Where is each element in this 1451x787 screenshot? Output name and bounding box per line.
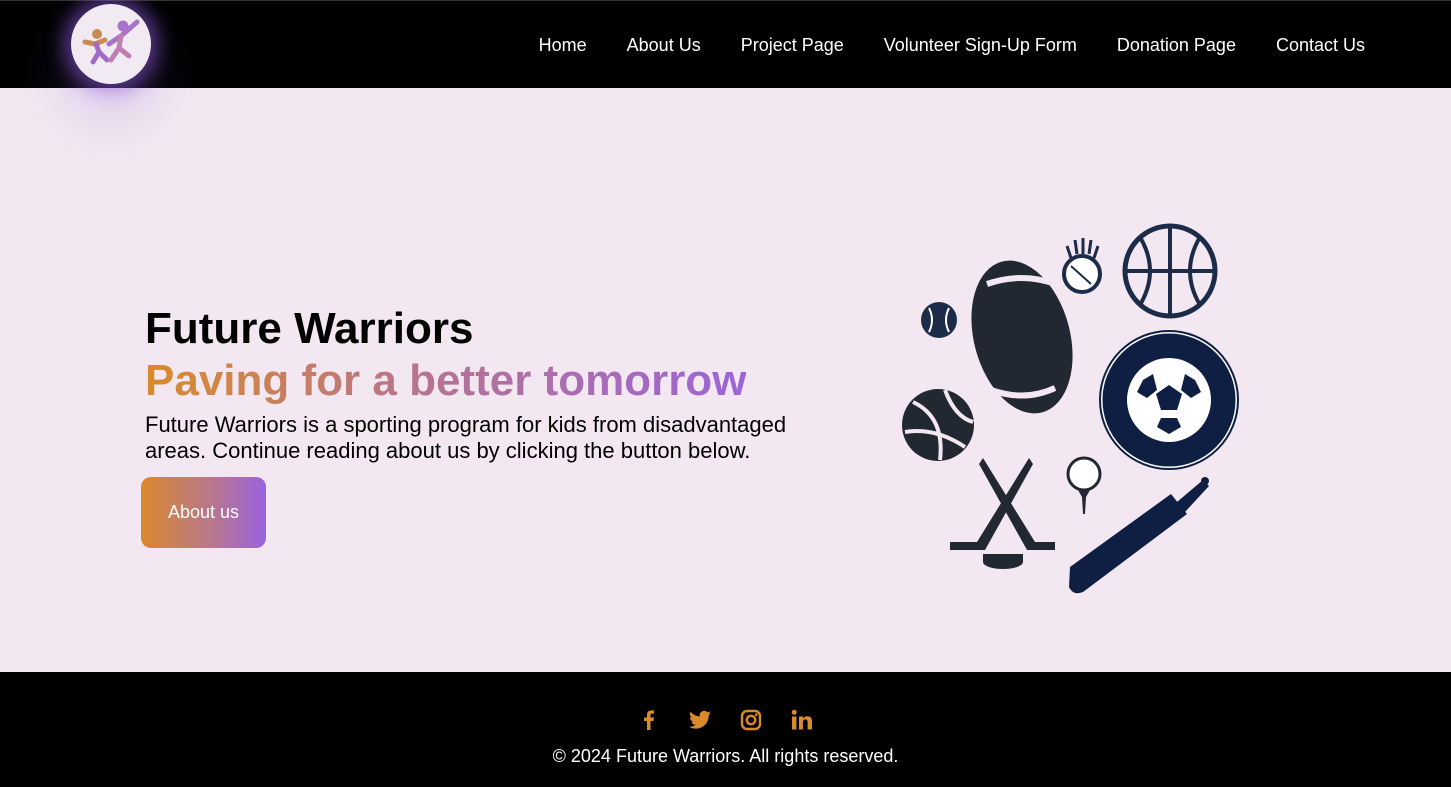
hero-description: Future Warriors is a sporting program fo… <box>145 412 787 463</box>
hero-title: Future Warriors <box>145 304 474 353</box>
copyright-text: © 2024 Future Warriors. All rights reser… <box>552 746 899 766</box>
social-links <box>0 708 1451 732</box>
nav-project-page[interactable]: Project Page <box>741 35 844 56</box>
cricket-bat-icon <box>1069 477 1209 594</box>
volleyball-icon <box>902 389 974 461</box>
facebook-icon[interactable] <box>637 708 661 732</box>
soccer-ball-icon <box>1099 330 1239 470</box>
nav-volunteer-signup[interactable]: Volunteer Sign-Up Form <box>884 35 1077 56</box>
logo-icon[interactable] <box>71 4 151 84</box>
nav-about-us[interactable]: About Us <box>627 35 701 56</box>
nav-donation-page[interactable]: Donation Page <box>1117 35 1236 56</box>
hockey-sticks-icon <box>950 458 1055 569</box>
nav-home[interactable]: Home <box>539 35 587 56</box>
cricket-ball-icon <box>1062 238 1102 294</box>
hero-section: Future Warriors Paving for a better tomo… <box>145 304 845 464</box>
sports-equipment-illustration-icon <box>895 222 1245 602</box>
instagram-icon[interactable] <box>739 708 763 732</box>
navbar: Home About Us Project Page Volunteer Sig… <box>0 0 1451 88</box>
footer: © 2024 Future Warriors. All rights reser… <box>0 672 1451 787</box>
hero-subtitle: Paving for a better tomorrow <box>145 354 746 408</box>
twitter-icon[interactable] <box>688 708 712 732</box>
nav-contact-us[interactable]: Contact Us <box>1276 35 1365 56</box>
linkedin-icon[interactable] <box>790 708 814 732</box>
baseball-icon <box>921 302 957 338</box>
basketball-icon <box>1122 223 1218 319</box>
about-us-button[interactable]: About us <box>141 477 266 548</box>
main-nav: Home About Us Project Page Volunteer Sig… <box>539 1 1365 89</box>
golf-ball-icon <box>1066 456 1102 514</box>
